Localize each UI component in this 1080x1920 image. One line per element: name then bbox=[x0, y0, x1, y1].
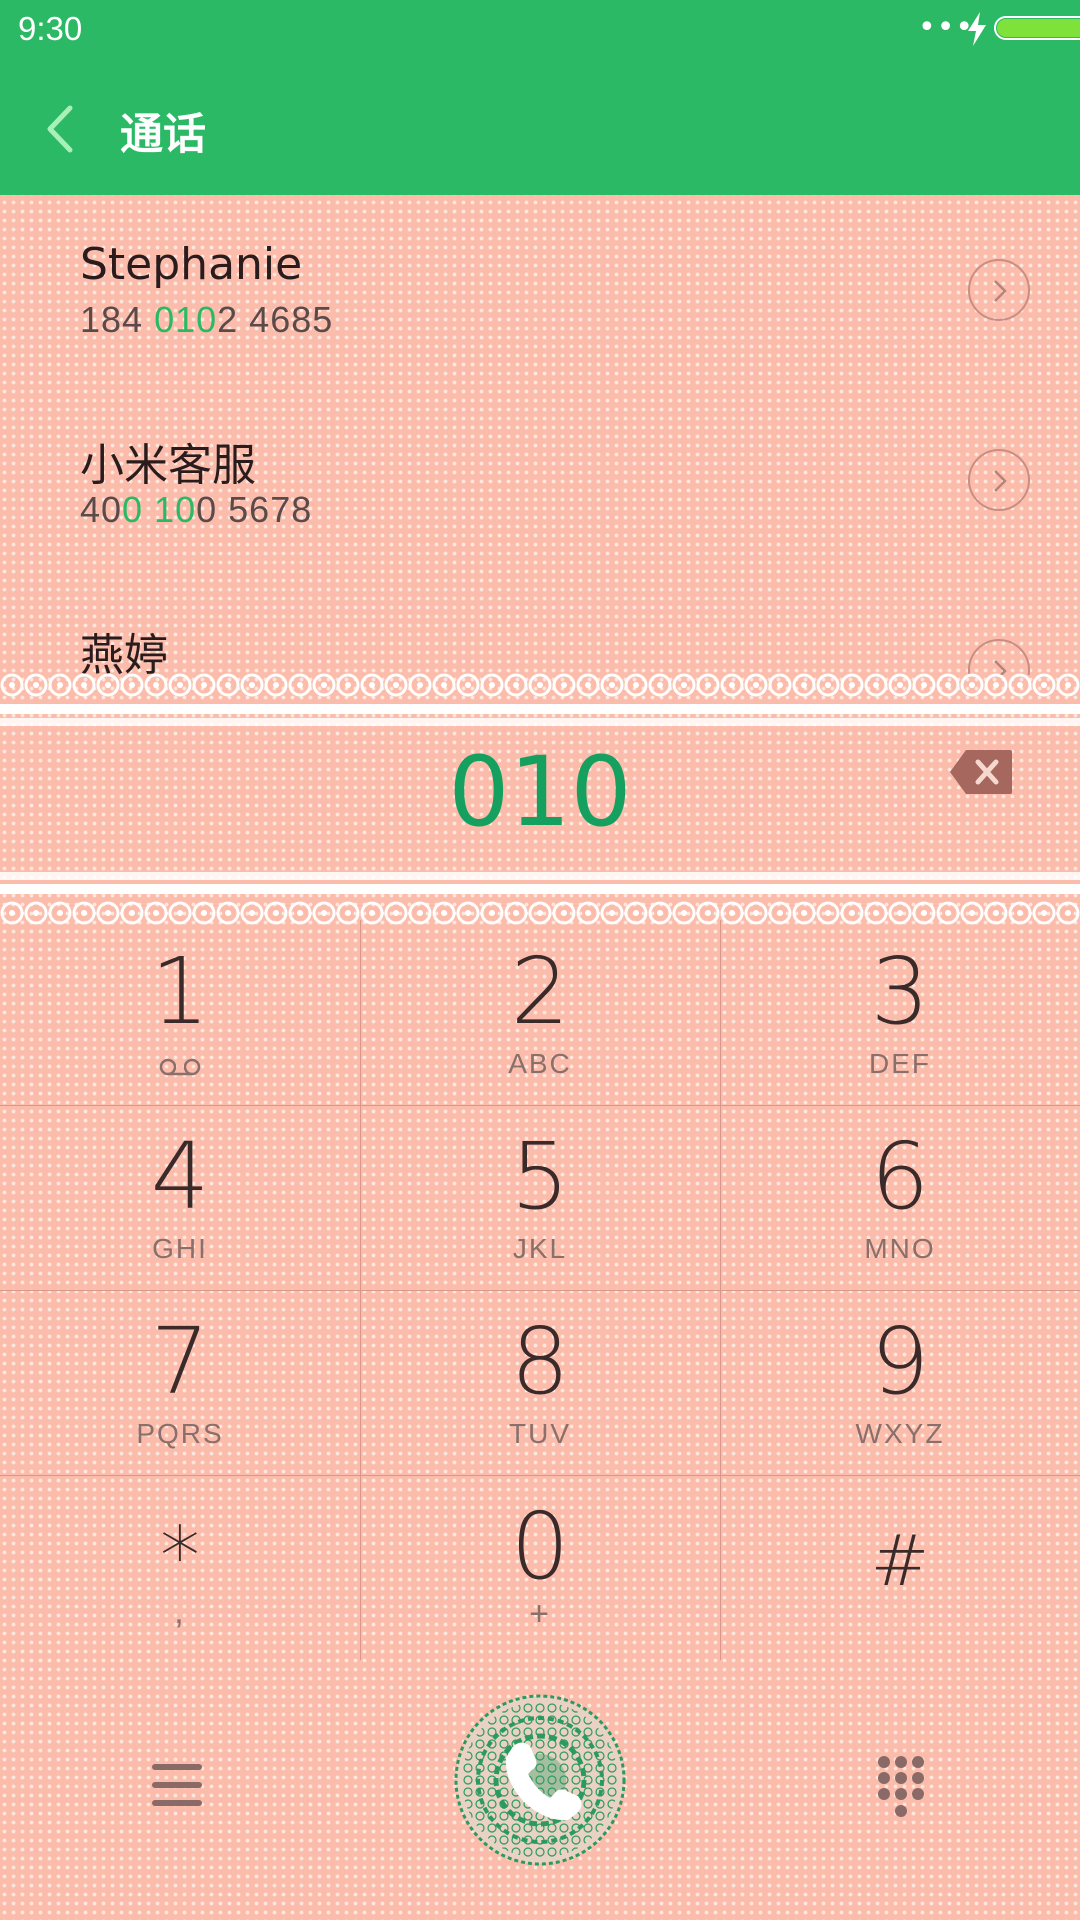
key-letters: TUV bbox=[509, 1418, 571, 1449]
key-digit: 5 bbox=[510, 1123, 570, 1230]
contact-name: 小米客服 bbox=[80, 440, 256, 491]
key-6[interactable]: 6 MNO bbox=[720, 1105, 1080, 1290]
key-2[interactable]: 2 ABC bbox=[360, 920, 720, 1105]
key-5[interactable]: 5 JKL bbox=[360, 1105, 720, 1290]
chevron-left-icon[interactable] bbox=[42, 102, 78, 156]
key-4[interactable]: 4 GHI bbox=[0, 1105, 360, 1290]
key-digit: 1 bbox=[150, 938, 210, 1045]
contact-name: 燕婷 bbox=[80, 630, 168, 675]
key-letters: DEF bbox=[869, 1048, 931, 1079]
key-0[interactable]: 0 + bbox=[360, 1475, 720, 1660]
dialpad: 1 2 ABC 3 DEF 4 GHI 5 JKL 6 MNO 7 PQRS 8… bbox=[0, 920, 1080, 1660]
key-star[interactable]: * , bbox=[0, 1475, 360, 1660]
contact-number: 400 100 5678 bbox=[80, 489, 313, 530]
contact-name: Stephanie bbox=[80, 239, 303, 290]
charging-icon bbox=[968, 12, 986, 46]
app-header: 通话 bbox=[0, 62, 1080, 195]
key-letters: PQRS bbox=[136, 1418, 224, 1449]
key-digit: 0 bbox=[510, 1493, 570, 1600]
key-1[interactable]: 1 bbox=[0, 920, 360, 1105]
dial-display: 010 bbox=[0, 720, 1080, 870]
status-time: 9:30 bbox=[18, 10, 83, 47]
key-letters: GHI bbox=[152, 1233, 208, 1264]
backspace-icon[interactable] bbox=[948, 748, 1014, 796]
key-3[interactable]: 3 DEF bbox=[720, 920, 1080, 1105]
key-digit: 4 bbox=[150, 1123, 210, 1230]
key-8[interactable]: 8 TUV bbox=[360, 1290, 720, 1475]
battery-icon bbox=[994, 16, 1080, 40]
call-button[interactable] bbox=[450, 1690, 630, 1870]
contact-item[interactable]: 燕婷 bbox=[0, 575, 1080, 675]
key-7[interactable]: 7 PQRS bbox=[0, 1290, 360, 1475]
key-digit: 3 bbox=[870, 938, 930, 1045]
dialed-number: 010 bbox=[448, 736, 632, 848]
bottom-action-bar bbox=[0, 1690, 1080, 1890]
voicemail-icon bbox=[159, 1058, 201, 1076]
page-title: 通话 bbox=[120, 110, 206, 160]
key-letters: MNO bbox=[864, 1233, 936, 1264]
key-digit: 9 bbox=[870, 1308, 930, 1415]
key-digit: 2 bbox=[510, 938, 570, 1045]
dialpad-icon[interactable] bbox=[876, 1754, 926, 1820]
contact-item[interactable]: 小米客服 400 100 5678 bbox=[0, 385, 1080, 575]
key-digit: 6 bbox=[870, 1123, 930, 1230]
key-letters: ABC bbox=[508, 1048, 572, 1079]
key-letters: WXYZ bbox=[855, 1418, 945, 1449]
key-9[interactable]: 9 WXYZ bbox=[720, 1290, 1080, 1475]
chevron-right-icon bbox=[994, 470, 1007, 492]
key-letters: JKL bbox=[512, 1233, 568, 1264]
contact-detail-button[interactable] bbox=[968, 449, 1030, 511]
key-letters: + bbox=[529, 1595, 551, 1633]
key-digit: 7 bbox=[150, 1308, 210, 1415]
key-hash[interactable]: # bbox=[720, 1475, 1080, 1660]
contact-suggestion-list: Stephanie 184 0102 4685 小米客服 400 100 567… bbox=[0, 195, 1080, 675]
key-digit: * bbox=[160, 1510, 200, 1603]
key-digit: # bbox=[870, 1520, 930, 1602]
status-bar: 9:30 ••• bbox=[0, 0, 1080, 62]
key-digit: 8 bbox=[510, 1308, 570, 1415]
contact-detail-button[interactable] bbox=[968, 259, 1030, 321]
menu-icon[interactable] bbox=[152, 1764, 202, 1810]
contact-number: 184 0102 4685 bbox=[80, 299, 334, 340]
key-letters: , bbox=[174, 1593, 186, 1631]
chevron-right-icon bbox=[994, 280, 1007, 302]
contact-item[interactable]: Stephanie 184 0102 4685 bbox=[0, 195, 1080, 385]
